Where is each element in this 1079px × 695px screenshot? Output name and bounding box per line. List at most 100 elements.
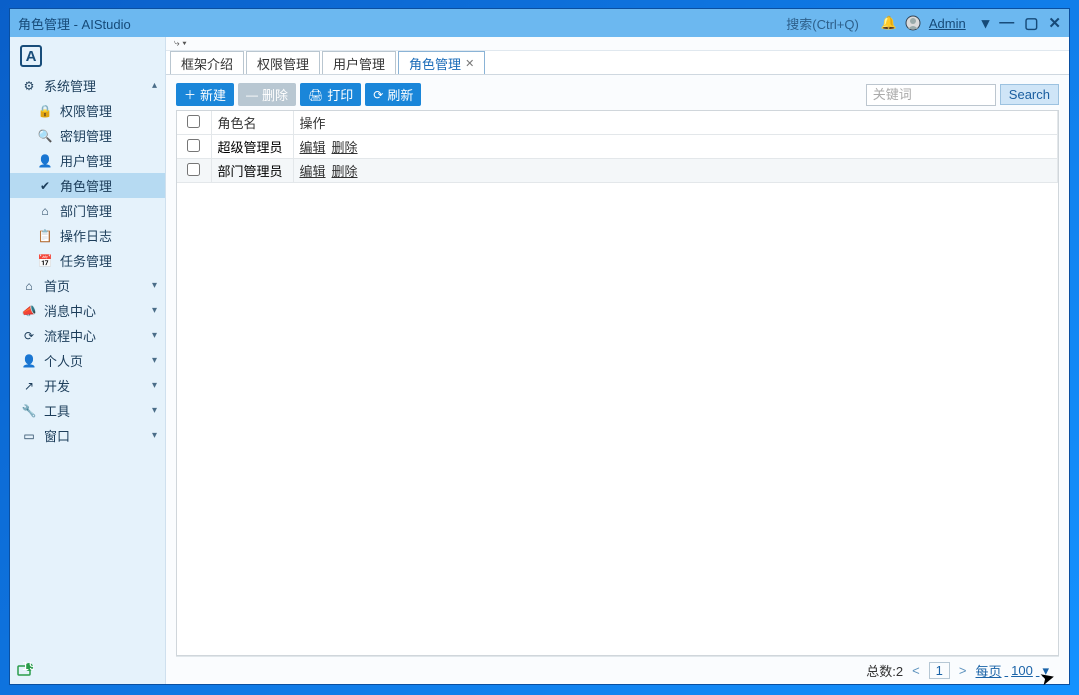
sidebar-item-7[interactable]: 📅任务管理: [10, 248, 165, 273]
chevron-down-icon: ▾: [1042, 663, 1049, 679]
bell-icon[interactable]: 🔔: [881, 15, 897, 31]
tab-label: 角色管理: [409, 54, 461, 73]
sidebar-icon: 🔧: [22, 404, 36, 418]
svg-text:19: 19: [22, 662, 34, 673]
quick-access-bar[interactable]: ⤷ ▾: [166, 37, 1069, 51]
status-icon[interactable]: 19: [16, 662, 34, 680]
sidebar-item-label: 工具: [44, 401, 70, 420]
row-checkbox[interactable]: [187, 139, 200, 152]
sidebar-item-10[interactable]: ⟳流程中心▾: [10, 323, 165, 348]
edit-link[interactable]: 编辑: [300, 164, 326, 179]
sidebar-item-label: 部门管理: [60, 201, 112, 220]
sidebar-item-12[interactable]: ↗开发▾: [10, 373, 165, 398]
sidebar-item-label: 操作日志: [60, 226, 112, 245]
minimize-icon[interactable]: —: [999, 14, 1014, 32]
sidebar-item-8[interactable]: ⌂首页▾: [10, 273, 165, 298]
tab-label: 权限管理: [257, 54, 309, 73]
sidebar-item-label: 窗口: [44, 426, 70, 445]
pager-size[interactable]: 每页 100 ▾: [976, 661, 1050, 680]
delete-link[interactable]: 删除: [332, 140, 358, 155]
sidebar-item-13[interactable]: 🔧 工具 ▾: [10, 398, 165, 423]
close-icon[interactable]: ✕: [1048, 14, 1061, 32]
app-logo[interactable]: A: [20, 45, 42, 67]
chevron-icon: ▾: [152, 380, 157, 391]
sidebar-item-label: 密钥管理: [60, 126, 112, 145]
avatar-icon[interactable]: [905, 15, 921, 31]
sidebar-item-label: 角色管理: [60, 176, 112, 195]
plus-icon: ＋: [184, 86, 196, 103]
sidebar-icon: ⌂: [22, 279, 36, 293]
select-all-header[interactable]: [177, 111, 211, 135]
sidebar-icon: 📋: [38, 229, 52, 243]
print-button[interactable]: 🖨打印: [300, 83, 361, 106]
sidebar-item-4[interactable]: ✔ 角色管理: [10, 173, 165, 198]
close-icon[interactable]: ✕: [465, 57, 474, 70]
delete-button[interactable]: —删除: [238, 83, 296, 106]
sidebar-icon: 📣: [22, 304, 36, 318]
tab-label: 用户管理: [333, 54, 385, 73]
titlebar[interactable]: 角色管理 - AIStudio 搜索(Ctrl+Q) 🔔 Admin ▾ — ▢…: [10, 9, 1069, 37]
sidebar-icon: ⚙: [22, 79, 36, 93]
sidebar-icon: ✔: [38, 179, 52, 193]
main-area: ⤷ ▾ 框架介绍 权限管理 用户管理 角色管理 ✕ ＋新建 —删除 🖨打印 ⟳刷新 Se…: [165, 37, 1069, 684]
search-button[interactable]: Search: [1000, 84, 1059, 105]
sidebar-item-0[interactable]: ⚙系统管理▴: [10, 73, 165, 98]
ops-header[interactable]: 操作: [293, 111, 1058, 135]
global-search-hint[interactable]: 搜索(Ctrl+Q): [786, 14, 859, 33]
chevron-icon: ▾: [152, 405, 157, 416]
user-link[interactable]: Admin: [929, 16, 966, 31]
select-all-checkbox[interactable]: [187, 115, 200, 128]
chevron-icon: ▾: [152, 280, 157, 291]
sidebar-icon: 👤: [38, 154, 52, 168]
tab-0[interactable]: 框架介绍: [170, 51, 244, 74]
sidebar-icon: ▭: [22, 429, 36, 443]
sidebar-icon: ⟳: [22, 329, 36, 343]
tab-1[interactable]: 权限管理: [246, 51, 320, 74]
sidebar-icon: 📅: [38, 254, 52, 268]
delete-link[interactable]: 删除: [332, 164, 358, 179]
pager-next[interactable]: >: [956, 663, 970, 678]
sidebar-icon: 🔒: [38, 104, 52, 118]
role-header[interactable]: 角色名: [211, 111, 293, 135]
sidebar-item-label: 权限管理: [60, 101, 112, 120]
sidebar-item-14[interactable]: ▭ 窗口 ▾: [10, 423, 165, 448]
chevron-icon: ▾: [152, 430, 157, 441]
pager-page[interactable]: 1: [929, 662, 950, 679]
tab-2[interactable]: 用户管理: [322, 51, 396, 74]
refresh-icon: ⟳: [373, 88, 383, 102]
sidebar-item-6[interactable]: 📋 操作日志: [10, 223, 165, 248]
sidebar-item-label: 用户管理: [60, 151, 112, 170]
keyword-input[interactable]: [866, 84, 996, 106]
sidebar-item-1[interactable]: 🔒 权限管理: [10, 98, 165, 123]
sidebar-item-2[interactable]: 🔍 密钥管理: [10, 123, 165, 148]
tab-label: 框架介绍: [181, 54, 233, 73]
sidebar-item-label: 个人页: [44, 351, 83, 370]
tab-3[interactable]: 角色管理 ✕: [398, 51, 485, 74]
toolbar: ＋新建 —删除 🖨打印 ⟳刷新 Search: [176, 83, 1059, 106]
sidebar-item-9[interactable]: 📣消息中心▾: [10, 298, 165, 323]
chevron-icon: ▾: [152, 355, 157, 366]
sidebar-item-5[interactable]: ⌂部门管理: [10, 198, 165, 223]
table-row: 部门管理员编辑删除: [177, 159, 1058, 183]
sidebar-item-label: 系统管理: [44, 76, 96, 95]
sidebar: A ⚙系统管理▴🔒权限管理🔍密钥管理👤用户管理✔角色管理⌂部门管理📋操作日志📅任…: [10, 37, 165, 684]
new-button[interactable]: ＋新建: [176, 83, 234, 106]
window-title: 角色管理 - AIStudio: [18, 14, 131, 33]
edit-link[interactable]: 编辑: [300, 140, 326, 155]
chevron-icon: ▾: [152, 305, 157, 316]
row-checkbox[interactable]: [187, 163, 200, 176]
refresh-button[interactable]: ⟳刷新: [365, 83, 421, 106]
sidebar-icon: 🔍: [38, 129, 52, 143]
tab-strip: 框架介绍 权限管理 用户管理 角色管理 ✕: [166, 51, 1069, 75]
chevron-down-icon[interactable]: ▾: [982, 14, 990, 32]
role-cell: 部门管理员: [211, 159, 293, 183]
table-header-row: 角色名 操作: [177, 111, 1058, 135]
maximize-icon[interactable]: ▢: [1024, 14, 1038, 32]
table-row: 超级管理员编辑删除: [177, 135, 1058, 159]
sidebar-item-3[interactable]: 👤 用户管理: [10, 148, 165, 173]
sidebar-icon: 👤: [22, 354, 36, 368]
pager-prev[interactable]: <: [909, 663, 923, 678]
pager: 总数:2 < 1 > 每页 100 ▾: [176, 656, 1059, 684]
sidebar-item-11[interactable]: 👤 个人页 ▾: [10, 348, 165, 373]
ops-cell: 编辑删除: [293, 135, 1058, 159]
